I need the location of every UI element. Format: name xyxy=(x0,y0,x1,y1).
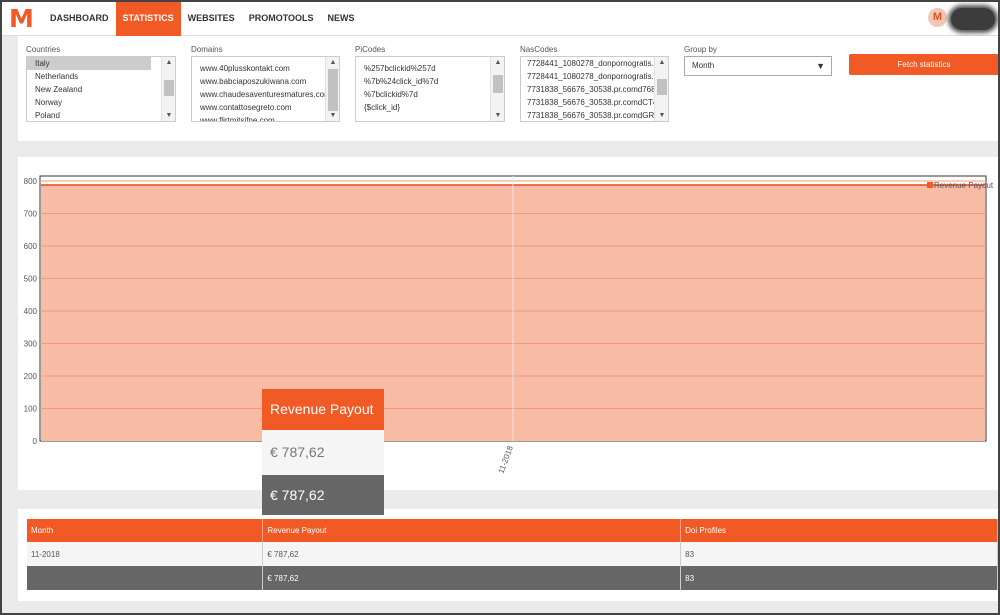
nascode-option[interactable]: 7731838_56676_30538.pr.comdGR4K0T xyxy=(521,109,668,121)
y-tick-label: 500 xyxy=(24,275,38,284)
legend-label: Revenue Payout xyxy=(934,181,994,190)
y-tick-label: 300 xyxy=(24,340,38,349)
chart-tooltip: Revenue Payout € 787,62 € 787,62 xyxy=(262,389,384,515)
table-cell: 83 xyxy=(680,566,998,590)
domains-label: Domains xyxy=(191,45,223,54)
picode-option[interactable]: {$click_id} xyxy=(356,101,504,114)
nascode-option[interactable]: 7728441_1080278_donpornogratis.com xyxy=(521,70,668,83)
domain-option[interactable]: www.40plusskontakt.com xyxy=(192,62,339,75)
groupby-label: Group by xyxy=(684,45,717,54)
nascodes-label: NasCodes xyxy=(520,45,558,54)
user-name-redacted[interactable] xyxy=(951,8,995,30)
top-navigation-bar: M DASHBOARD STATISTICS WEBSITES PROMOTOO… xyxy=(0,0,1000,36)
tooltip-title: Revenue Payout xyxy=(262,389,384,430)
tooltip-total: € 787,62 xyxy=(262,475,384,515)
domain-option[interactable]: www.chaudesaventuresmatures.com xyxy=(192,88,339,101)
scroll-up-icon[interactable]: ▲ xyxy=(326,59,339,66)
scroll-thumb[interactable] xyxy=(164,80,174,96)
scroll-thumb[interactable] xyxy=(493,75,503,93)
nav-websites[interactable]: WEBSITES xyxy=(181,0,242,36)
nav-news[interactable]: NEWS xyxy=(321,0,362,36)
domain-option[interactable]: www.contattosegreto.com xyxy=(192,101,339,114)
avatar[interactable]: M xyxy=(928,8,947,27)
scroll-down-icon[interactable]: ▼ xyxy=(162,112,175,119)
country-option[interactable]: Poland xyxy=(27,109,175,121)
table-header-row: Month Revenue Payout Doi Profiles xyxy=(27,519,998,542)
country-option[interactable]: New Zealand xyxy=(27,83,175,96)
table-cell: 11-2018 xyxy=(27,542,264,566)
revenue-chart: 0 100 200 300 400 500 600 700 800 11-2018 Revenue … xyxy=(24,175,994,475)
table-cell xyxy=(27,566,264,590)
nascode-option[interactable]: 7731838_56676_30538.pr.comd768ARE xyxy=(521,83,668,96)
legend-swatch xyxy=(927,182,933,188)
table-cell: € 787,62 xyxy=(262,566,682,590)
domain-option[interactable]: www.flirtmitsifne.com xyxy=(192,114,339,121)
scroll-thumb[interactable] xyxy=(328,69,338,111)
picodes-label: PiCodes xyxy=(355,45,386,54)
y-tick-label: 800 xyxy=(24,177,38,186)
groupby-select[interactable]: Month ▼ xyxy=(684,56,832,76)
y-tick-label: 0 xyxy=(33,437,38,446)
scroll-thumb[interactable] xyxy=(657,79,667,95)
y-tick-label: 600 xyxy=(24,242,38,251)
scroll-up-icon[interactable]: ▲ xyxy=(491,59,504,66)
nascode-option[interactable]: 7728441_1080278_donpornogratis.com xyxy=(521,57,668,70)
scroll-down-icon[interactable]: ▼ xyxy=(491,112,504,119)
countries-scrollbar[interactable]: ▲ ▼ xyxy=(161,57,175,121)
picode-option[interactable]: %7b%24click_id%7d xyxy=(356,75,504,88)
country-option[interactable]: Italy xyxy=(27,57,151,70)
table-cell: € 787,62 xyxy=(262,542,682,566)
table-row: 11-2018 € 787,62 83 xyxy=(27,542,998,566)
picode-option[interactable]: %7bclickid%7d xyxy=(356,88,504,101)
chevron-down-icon[interactable]: ▼ xyxy=(816,57,825,75)
country-option[interactable]: Netherlands xyxy=(27,70,175,83)
filters-panel: Countries Italy Netherlands New Zealand … xyxy=(18,36,1000,141)
fetch-statistics-button[interactable]: Fetch statistics xyxy=(849,54,999,75)
statistics-table-panel: Month Revenue Payout Doi Profiles 11-201… xyxy=(18,509,1000,601)
domains-listbox[interactable]: www.40plusskontakt.com www.babciaposzuki… xyxy=(191,56,340,122)
logo[interactable]: M xyxy=(9,4,34,33)
groupby-value: Month xyxy=(692,61,715,70)
domain-option[interactable]: www.babciaposzukiwana.com xyxy=(192,75,339,88)
scroll-down-icon[interactable]: ▼ xyxy=(655,112,668,119)
countries-label: Countries xyxy=(26,45,61,54)
domains-scrollbar[interactable]: ▲ ▼ xyxy=(325,57,339,121)
main-nav: DASHBOARD STATISTICS WEBSITES PROMOTOOLS… xyxy=(43,0,362,36)
scroll-up-icon[interactable]: ▲ xyxy=(655,59,668,66)
y-tick-label: 700 xyxy=(24,210,38,219)
nascodes-listbox[interactable]: 7728441_1080278_donpornogratis.com 77284… xyxy=(520,56,669,122)
column-header[interactable]: Revenue Payout xyxy=(262,519,682,542)
countries-listbox[interactable]: Italy Netherlands New Zealand Norway Pol… xyxy=(26,56,176,122)
scroll-down-icon[interactable]: ▼ xyxy=(326,112,339,119)
nascodes-scrollbar[interactable]: ▲ ▼ xyxy=(654,57,668,121)
table-total-row: € 787,62 83 xyxy=(27,566,998,590)
picodes-listbox[interactable]: %257bclickid%257d %7b%24click_id%7d %7bc… xyxy=(355,56,505,122)
country-option[interactable]: Norway xyxy=(27,96,175,109)
table-cell: 83 xyxy=(680,542,998,566)
column-header[interactable]: Month xyxy=(27,519,264,542)
scroll-up-icon[interactable]: ▲ xyxy=(162,59,175,66)
picode-option[interactable]: %257bclickid%257d xyxy=(356,62,504,75)
y-tick-label: 100 xyxy=(24,405,38,414)
statistics-table: Month Revenue Payout Doi Profiles 11-201… xyxy=(27,519,998,590)
y-tick-label: 200 xyxy=(24,372,38,381)
chart-panel: 0 100 200 300 400 500 600 700 800 11-2018 Revenue … xyxy=(18,157,1000,490)
y-tick-label: 400 xyxy=(24,307,38,316)
nav-statistics[interactable]: STATISTICS xyxy=(115,0,181,36)
nascode-option[interactable]: 7731838_56676_30538.pr.comdCT47D0 xyxy=(521,96,668,109)
tooltip-value: € 787,62 xyxy=(262,430,384,475)
x-tick-label: 11-2018 xyxy=(497,444,515,475)
nav-dashboard[interactable]: DASHBOARD xyxy=(43,0,116,36)
nav-promotools[interactable]: PROMOTOOLS xyxy=(242,0,321,36)
column-header[interactable]: Doi Profiles xyxy=(680,519,998,542)
picodes-scrollbar[interactable]: ▲ ▼ xyxy=(490,57,504,121)
